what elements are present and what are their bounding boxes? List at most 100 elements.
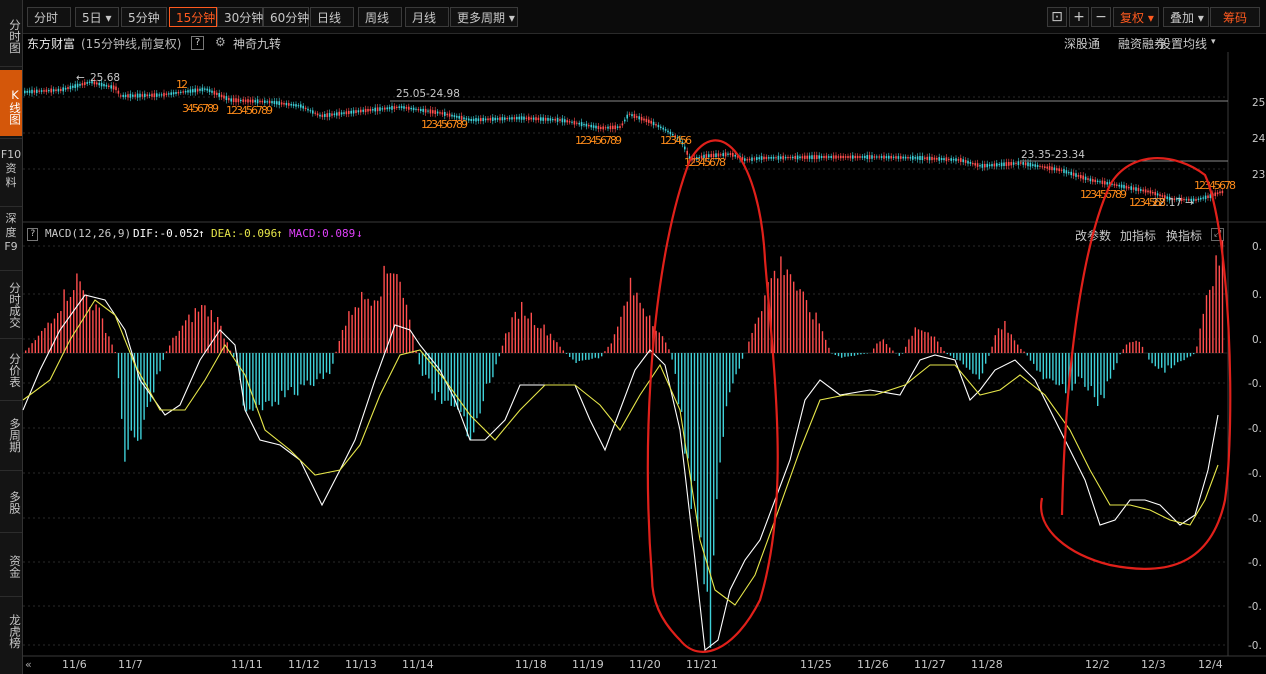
candle-body <box>847 156 849 158</box>
macd-bar-positive <box>1023 351 1025 353</box>
candle-body <box>734 154 736 157</box>
candle-body <box>38 90 40 92</box>
candle-body <box>1051 166 1053 171</box>
macd-bar-positive <box>383 265 385 353</box>
candle-body <box>960 158 962 162</box>
macd-bar-positive <box>357 307 360 353</box>
macd-bar-positive <box>373 300 376 353</box>
candle-body <box>1077 174 1080 177</box>
candle-body <box>621 123 624 126</box>
macd-bar-negative <box>277 353 280 405</box>
macd-ytick: 0. <box>1252 241 1263 253</box>
macd-bar-positive <box>991 346 993 353</box>
candle-body <box>727 153 729 155</box>
candle-body <box>775 157 777 159</box>
candle-body <box>280 102 283 105</box>
macd-bar-negative <box>1081 353 1083 379</box>
macd-bar-positive <box>642 308 644 353</box>
macd-bar-negative <box>1189 353 1192 357</box>
candle-body <box>789 156 792 159</box>
macd-bar-negative <box>834 353 836 356</box>
candle-body <box>1065 170 1068 174</box>
candle-body <box>484 118 487 121</box>
candle-body <box>948 158 950 160</box>
macd-bar-positive <box>1141 346 1144 353</box>
macd-bar-negative <box>1106 353 1108 382</box>
candle-body <box>86 82 88 84</box>
candle-body <box>252 99 254 103</box>
macd-bar-negative <box>124 353 126 462</box>
macd-bar-negative <box>127 353 129 450</box>
macd-bar-positive <box>930 336 932 353</box>
candle-body <box>832 155 835 159</box>
macd-bar-negative <box>1186 353 1188 358</box>
candle-body <box>520 116 523 120</box>
arrow-right-icon: → <box>1185 197 1194 209</box>
candle-body <box>1092 179 1094 182</box>
macd-bar-negative <box>421 353 424 376</box>
macd-bar-negative <box>121 353 123 419</box>
xaxis-label: 11/18 <box>515 658 547 671</box>
candle-body <box>24 90 26 94</box>
candle-body <box>343 112 345 114</box>
candle-body <box>348 110 350 115</box>
candle-body <box>873 156 876 158</box>
candle-body <box>360 109 362 113</box>
scroll-left-icon[interactable]: « <box>25 658 32 671</box>
candle-body <box>127 94 129 98</box>
macd-bar-positive <box>399 281 401 353</box>
candle-body <box>211 90 213 93</box>
candle-body <box>120 95 122 97</box>
candle-body <box>208 89 211 93</box>
candle-body <box>333 113 336 116</box>
candle-body <box>732 152 734 157</box>
macd-bar-positive <box>540 328 542 353</box>
macd-bar-positive <box>748 341 750 353</box>
candle-body <box>273 100 276 104</box>
candle-body <box>225 96 228 101</box>
macd-bar-negative <box>719 353 721 463</box>
candle-body <box>595 125 597 129</box>
macd-bar-positive <box>668 349 670 353</box>
macd-bar-negative <box>853 353 856 356</box>
candle-body <box>626 114 628 119</box>
candle-body <box>163 92 165 97</box>
candle-body <box>890 156 892 159</box>
candle-body <box>660 126 662 129</box>
candle-body <box>768 157 770 159</box>
nine-turn-label: 123456789 <box>575 134 622 147</box>
candle-body <box>235 98 237 103</box>
candle-body <box>777 155 780 160</box>
macd-bar-negative <box>297 353 299 396</box>
macd-bar-positive <box>60 311 62 353</box>
macd-bar-negative <box>962 353 964 365</box>
candle-body <box>1017 161 1020 166</box>
macd-bar-positive <box>386 273 388 353</box>
macd-bar-positive <box>44 328 46 353</box>
macd-bar-positive <box>1001 329 1003 353</box>
candle-body <box>1104 181 1106 185</box>
macd-bar-positive <box>927 332 929 353</box>
candle-body <box>950 158 952 161</box>
candle-body <box>835 155 837 159</box>
candle-body <box>943 158 945 161</box>
macd-bar-negative <box>857 353 859 355</box>
candle-body <box>472 118 475 122</box>
macd-bar-positive <box>757 317 760 353</box>
xaxis-label: 11/20 <box>629 658 661 671</box>
macd-ytick: -0. <box>1248 557 1262 569</box>
candle-body <box>1003 162 1005 166</box>
price-ytick: 25. <box>1252 97 1266 109</box>
candle-body <box>112 85 115 90</box>
candle-body <box>1216 192 1219 195</box>
candle-body <box>271 101 273 104</box>
candle-body <box>590 124 592 128</box>
macd-bar-positive <box>169 345 171 353</box>
candle-body <box>134 94 136 97</box>
candle-body <box>331 113 333 116</box>
candle-body <box>1202 197 1204 199</box>
macd-bar-negative <box>863 353 865 354</box>
candle-body <box>489 118 492 121</box>
candle-body <box>662 127 664 130</box>
candle-body <box>340 112 343 115</box>
